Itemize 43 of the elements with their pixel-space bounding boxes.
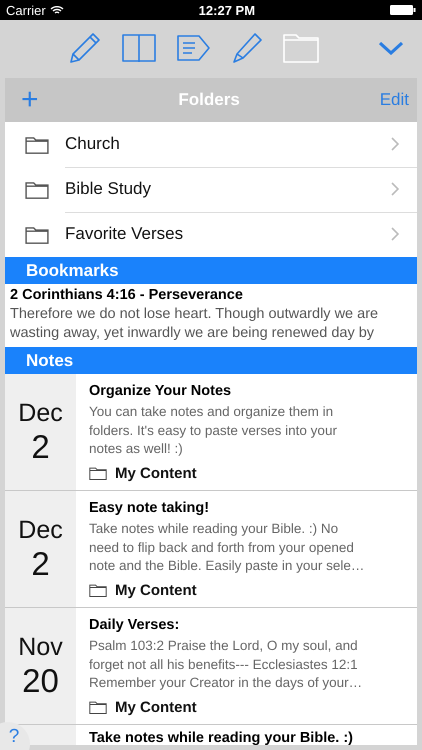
- folder-icon: [25, 180, 49, 199]
- folders-title: Folders: [178, 90, 240, 110]
- folder-icon: [25, 225, 49, 244]
- note-month: Dec: [18, 398, 63, 428]
- note-title[interactable]: Easy note taking!: [89, 500, 409, 516]
- folder-name[interactable]: Church: [65, 134, 389, 154]
- note-folder: My Content: [115, 464, 197, 482]
- folder-icon: [25, 135, 49, 154]
- wifi-icon: [50, 5, 64, 15]
- note-folder: My Content: [115, 698, 197, 716]
- folder-icon: [89, 583, 107, 597]
- note-month: Nov: [18, 632, 63, 662]
- folder-name[interactable]: Bible Study: [65, 179, 389, 199]
- note-day: 2: [31, 428, 50, 466]
- chevron-down-icon: [378, 40, 404, 56]
- note-folder: My Content: [115, 582, 197, 598]
- note-day: 20: [22, 662, 59, 700]
- folder-icon: [89, 700, 107, 714]
- book-icon: [121, 33, 157, 63]
- carrier-label: Carrier: [6, 2, 46, 18]
- note-title[interactable]: Daily Verses:: [89, 617, 409, 633]
- note-body: Take notes while reading your Bible. :) No need to flip back and forth from your opened note and the Bible. Easily paste in your sele…: [89, 520, 366, 575]
- folder-name[interactable]: Favorite Verses: [65, 224, 389, 244]
- highlighter-icon: [231, 32, 263, 64]
- note-month: Dec: [18, 516, 63, 544]
- battery-icon: [390, 5, 416, 15]
- bookmark-text: Therefore we do not lose heart. Though outwardly we are wasting away, yet inwardly we are being renewed day by: [10, 305, 380, 343]
- note-body: Psalm 103:2 Praise the Lord, O my soul, and forget not all his benefits--- Ecclesiastes 12:1 Remember your Creator in the days of your…: [89, 637, 364, 692]
- tag-icon: [175, 34, 211, 62]
- notes-header: Notes: [5, 347, 417, 374]
- bookmarks-header: Bookmarks: [5, 257, 417, 284]
- note-title[interactable]: Organize Your Notes: [89, 383, 409, 399]
- folder-icon: [283, 33, 319, 63]
- note-day: 2: [31, 544, 50, 582]
- chevron-icon: [389, 226, 401, 242]
- note-title[interactable]: Take notes while reading your Bible. :): [89, 730, 409, 745]
- note-body: You can take notes and organize them in folders. It's easy to paste verses into your notes as well! :): [89, 403, 338, 458]
- chevron-icon: [389, 136, 401, 152]
- pencil-icon: [68, 32, 102, 64]
- status-time: 12:27 PM: [198, 2, 256, 18]
- bookmark-title[interactable]: 2 Corinthians 4:16 - Perseverance: [10, 287, 412, 303]
- chevron-icon: [389, 181, 401, 197]
- folder-icon: [89, 466, 107, 480]
